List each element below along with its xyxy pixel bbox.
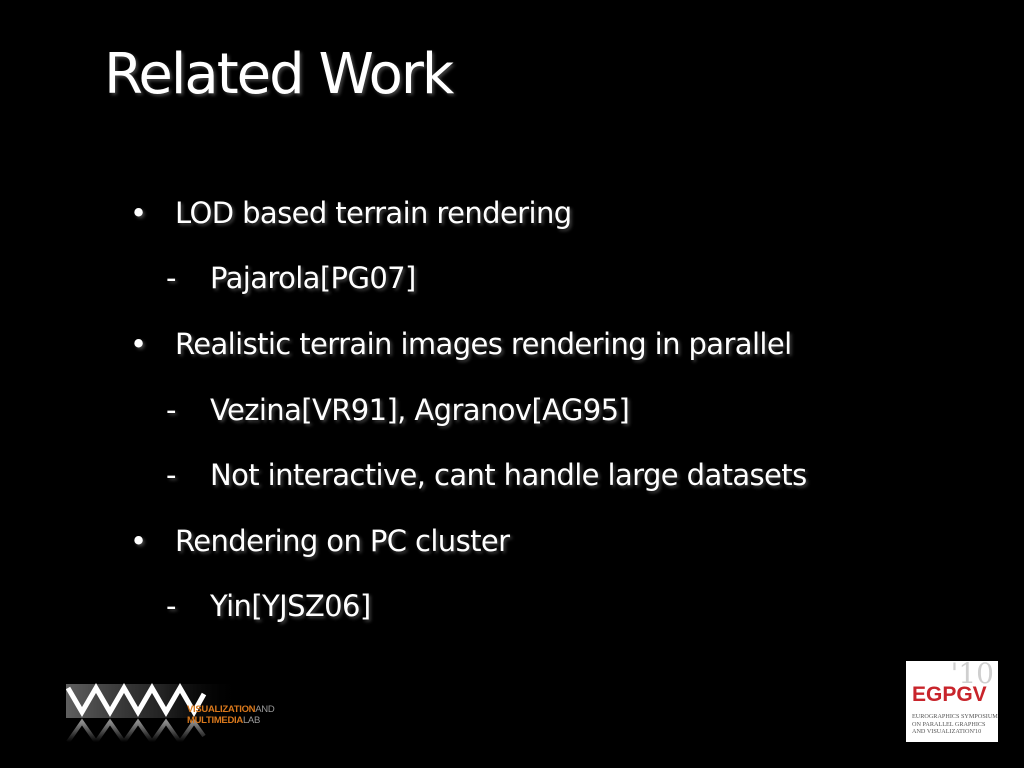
list-item-text: Yin[YJSZ06] [210,589,371,623]
egpgv-subtitle-line: on Parallel Graphics [912,720,986,728]
vml-logo-line1-suffix: AND [255,704,275,715]
list-item-text: Realistic terrain images rendering in pa… [175,327,792,361]
bullet-marker: • [130,196,147,230]
egpgv-subtitle: Eurographics Symposium on Parallel Graph… [912,713,998,736]
list-item: • LOD based terrain rendering [130,196,572,230]
list-item: • Rendering on PC cluster [130,524,510,558]
dash-marker: - [166,589,176,623]
bullet-marker: • [130,524,147,558]
egpgv-name: EGPGV [912,683,987,706]
bullet-list: • LOD based terrain rendering - Pajarola… [0,0,1024,768]
list-item: • Realistic terrain images rendering in … [130,327,792,361]
list-item: - Yin[YJSZ06] [166,589,371,623]
list-item: - Vezina[VR91], Agranov[AG95] [166,393,630,427]
vml-logo-line2-suffix: LAB [242,715,260,726]
list-item-text: LOD based terrain rendering [175,196,572,230]
list-item-text: Vezina[VR91], Agranov[AG95] [210,393,630,427]
list-item: - Not interactive, cant handle large dat… [166,458,807,492]
list-item-text: Not interactive, cant handle large datas… [210,458,807,492]
list-item: - Pajarola[PG07] [166,261,416,295]
list-item-text: Rendering on PC cluster [175,524,510,558]
egpgv-subtitle-line: Eurographics Symposium [912,713,998,720]
bullet-marker: • [130,327,147,361]
egpgv-subtitle-line: and Visualization'10 [912,728,982,735]
vml-logo-line1: VISUALIZATION [187,704,256,715]
list-item-text: Pajarola[PG07] [210,261,416,295]
vml-logo-text: VISUALIZATIONAND MULTIMEDIALAB [187,704,275,726]
vml-logo-line2: MULTIMEDIA [187,715,243,726]
dash-marker: - [166,458,176,492]
egpgv-logo: '10 EGPGV Eurographics Symposium on Para… [906,657,998,742]
dash-marker: - [166,261,176,295]
dash-marker: - [166,393,176,427]
